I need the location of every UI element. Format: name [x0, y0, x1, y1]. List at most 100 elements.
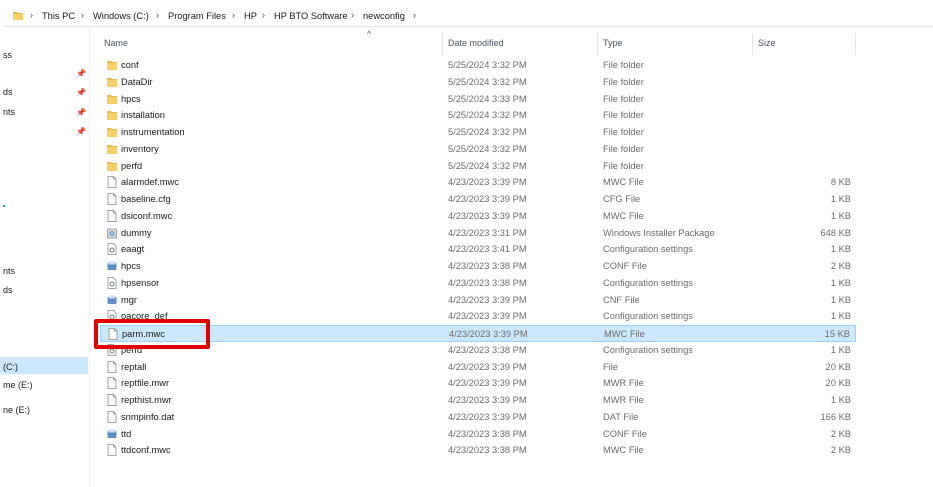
chevron-right-icon[interactable]: ›: [413, 10, 416, 20]
file-type: File folder: [603, 93, 644, 104]
conf-file-icon: [107, 260, 117, 272]
file-row[interactable]: inventory 5/25/2024 3:32 PM File folder: [100, 141, 856, 158]
file-row[interactable]: eaagt 4/23/2023 3:41 PM Configuration sett…: [100, 241, 856, 258]
column-header-date[interactable]: Date modified: [448, 38, 504, 48]
file-size: 1 KB: [830, 244, 851, 255]
file-date-modified: 5/25/2024 3:32 PM: [448, 127, 527, 137]
folder-icon: [107, 160, 117, 172]
breadcrumb-program-files[interactable]: Program Files: [168, 11, 226, 21]
file-size: 20 KB: [825, 361, 851, 372]
chevron-right-icon[interactable]: ›: [262, 10, 265, 20]
file-icon: [107, 377, 117, 390]
file-type: Configuration settings: [603, 311, 693, 322]
column-divider[interactable]: [442, 33, 443, 55]
file-type: CFG File: [603, 194, 641, 204]
sort-ascending-icon: ^: [367, 29, 372, 39]
nav-item[interactable]: ds: [3, 285, 13, 295]
file-size: 1 KB: [830, 194, 851, 204]
file-name: dummy: [121, 227, 152, 238]
file-date-modified: 4/23/2023 3:39 PM: [449, 329, 528, 339]
file-name: installation: [121, 110, 165, 121]
pin-icon: 📌: [76, 88, 86, 97]
file-row[interactable]: conf 5/25/2024 3:32 PM File folder: [100, 57, 856, 74]
nav-item-e-drive[interactable]: me (E:): [3, 380, 33, 390]
file-date-modified: 4/23/2023 3:38 PM: [448, 261, 527, 271]
folder-icon: [107, 76, 117, 88]
breadcrumb-newconfig[interactable]: newconfig: [363, 11, 405, 21]
file-icon: [107, 394, 117, 406]
file-date-modified: 5/25/2024 3:32 PM: [448, 160, 527, 171]
file-name: reptfile.mwr: [121, 378, 170, 389]
nav-item[interactable]: nts: [3, 107, 15, 117]
file-size: 1 KB: [830, 277, 851, 288]
file-row[interactable]: snmpinfo.dat 4/23/2023 3:39 PM DAT File 166…: [100, 409, 856, 426]
chevron-right-icon: ›: [30, 10, 33, 20]
file-type: MWR File: [603, 378, 644, 389]
file-row[interactable]: hpcs 5/25/2024 3:33 PM File folder: [100, 91, 856, 108]
breadcrumb-hp[interactable]: HP: [244, 11, 257, 21]
nav-item-e-drive[interactable]: ne (E:): [3, 405, 30, 415]
file-row-selected[interactable]: parm.mwc 4/23/2023 3:39 PM MWC File 15 KB: [100, 325, 856, 342]
file-row[interactable]: reptall 4/23/2023 3:39 PM File 20 KB: [100, 359, 856, 376]
installer-icon: [107, 227, 117, 239]
file-row[interactable]: perfd 4/23/2023 3:38 PM Configuration sett…: [100, 342, 856, 359]
file-type: CONF File: [603, 428, 647, 439]
pin-icon: 📌: [76, 108, 86, 117]
chevron-right-icon[interactable]: ›: [232, 10, 235, 20]
nav-item[interactable]: ds: [3, 87, 13, 97]
file-name: hpsensor: [121, 277, 160, 288]
file-size: 15 KB: [824, 329, 850, 339]
file-type: File folder: [603, 76, 644, 87]
address-bar-box[interactable]: › This PC › Windows (C:) › Program Files…: [4, 6, 933, 27]
nav-item-c-drive[interactable]: (C:): [3, 362, 18, 372]
file-row[interactable]: ttdconf.mwc 4/23/2023 3:38 PM MWC File 2 KB: [100, 442, 856, 459]
folder-icon: [13, 12, 23, 20]
column-header-type[interactable]: Type: [603, 38, 623, 48]
file-row[interactable]: dummy 4/23/2023 3:31 PM Windows Installer …: [100, 225, 856, 242]
file-size: 166 KB: [820, 411, 852, 422]
breadcrumb-hp-bto-software[interactable]: HP BTO Software: [274, 11, 348, 21]
file-name: hpcs: [121, 93, 141, 104]
file-row[interactable]: DataDir 5/25/2024 3:32 PM File folder: [100, 74, 856, 91]
address-bar[interactable]: › This PC › Windows (C:) › Program Files…: [0, 6, 933, 28]
file-row[interactable]: reptfile.mwr 4/23/2023 3:39 PM MWR File 20 …: [100, 375, 856, 392]
breadcrumb-this-pc[interactable]: This PC: [42, 11, 75, 21]
file-date-modified: 4/23/2023 3:39 PM: [448, 210, 527, 221]
file-row[interactable]: repthist.mwr 4/23/2023 3:39 PM MWR File 1 K…: [100, 392, 856, 409]
file-row[interactable]: hpsensor 4/23/2023 3:38 PM Configuration s…: [100, 275, 856, 292]
file-type: File folder: [603, 143, 644, 154]
chevron-right-icon[interactable]: ›: [156, 10, 159, 20]
column-divider[interactable]: [597, 33, 598, 55]
file-icon: [107, 444, 117, 457]
file-row[interactable]: baseline.cfg 4/23/2023 3:39 PM CFG File 1 K…: [100, 191, 856, 208]
column-header-size[interactable]: Size: [758, 38, 776, 48]
breadcrumb-windows-c[interactable]: Windows (C:): [93, 11, 149, 21]
file-date-modified: 4/23/2023 3:39 PM: [448, 311, 527, 322]
chevron-right-icon[interactable]: ›: [81, 10, 84, 20]
column-divider[interactable]: [752, 33, 753, 55]
nav-item[interactable]: nts: [3, 266, 15, 276]
file-row[interactable]: dsiconf.mwc 4/23/2023 3:39 PM MWC File 1 KB: [100, 208, 856, 225]
nav-item[interactable]: ss: [3, 50, 12, 60]
file-name: conf: [121, 60, 139, 70]
file-row[interactable]: perfd 5/25/2024 3:32 PM File folder: [100, 158, 856, 175]
file-row[interactable]: hpcs 4/23/2023 3:38 PM CONF File 2 KB: [100, 258, 856, 275]
conf-file-icon: [107, 428, 117, 440]
file-name: DataDir: [121, 76, 153, 87]
file-icon: [107, 176, 117, 189]
file-type: Configuration settings: [603, 277, 693, 288]
column-divider[interactable]: [855, 33, 856, 55]
column-header-name[interactable]: Name: [104, 38, 128, 48]
file-row[interactable]: mgr 4/23/2023 3:39 PM CNF File 1 KB: [100, 292, 856, 309]
file-icon: [107, 410, 117, 423]
chevron-right-icon[interactable]: ›: [351, 10, 354, 20]
file-row[interactable]: oacore_def 4/23/2023 3:39 PM Configuration…: [100, 308, 856, 325]
file-row[interactable]: ttd 4/23/2023 3:38 PM CONF File 2 KB: [100, 426, 856, 443]
file-row[interactable]: instrumentation 5/25/2024 3:32 PM File fol…: [100, 124, 856, 141]
file-date-modified: 4/23/2023 3:39 PM: [448, 361, 527, 372]
file-size: 2 KB: [830, 428, 851, 439]
file-row[interactable]: alarmdef.mwc 4/23/2023 3:39 PM MWC File 8 K…: [100, 174, 856, 191]
navigation-pane[interactable]: ss 📌 ds 📌 nts 📌 📌 nts ds (C:) me (E:) ne…: [0, 28, 90, 487]
pane-divider[interactable]: [89, 28, 90, 487]
file-row[interactable]: installation 5/25/2024 3:32 PM File folder: [100, 107, 856, 124]
